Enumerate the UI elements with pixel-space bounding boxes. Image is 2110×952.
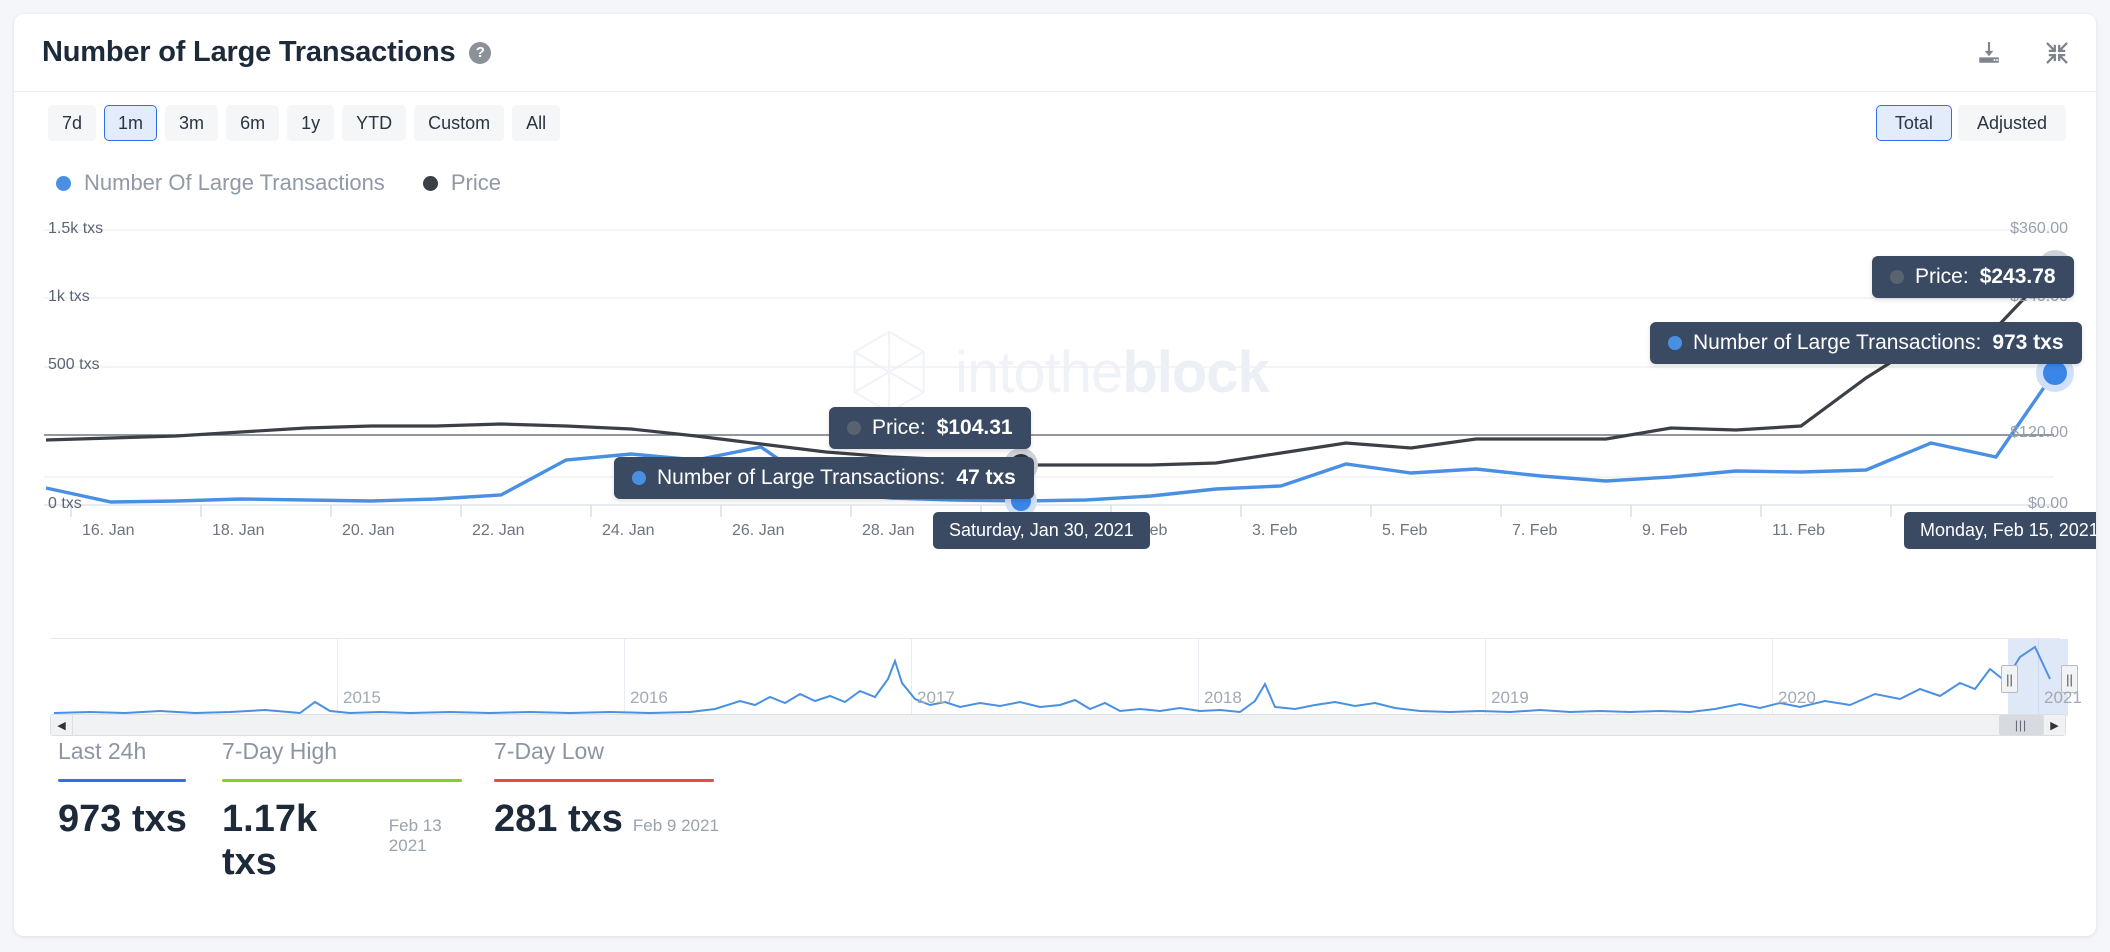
- tooltip-label: Number of Large Transactions:: [657, 466, 945, 490]
- x-axis-label-3feb: 3. Feb: [1252, 522, 1297, 540]
- range-btn-3m[interactable]: 3m: [165, 105, 218, 141]
- chart-legend: Number Of Large Transactions Price: [56, 170, 2096, 196]
- tooltip-value: 973 txs: [1992, 331, 2063, 355]
- range-btn-7d[interactable]: 7d: [48, 105, 96, 141]
- tooltip-dot-icon: [1668, 336, 1682, 350]
- navigator-year-2015: 2015: [343, 688, 381, 708]
- legend-dot-icon: [423, 176, 438, 191]
- stat-value: 281 txs: [494, 798, 623, 841]
- navigator-year-2021: 2021: [2044, 688, 2082, 708]
- navigator-year-2016: 2016: [630, 688, 668, 708]
- tooltip-dot-icon: [847, 421, 861, 435]
- tooltip-value: 47 txs: [956, 466, 1016, 490]
- tooltip-price-right2: Price: $243.78: [1872, 256, 2074, 298]
- tooltip-date-left: Saturday, Jan 30, 2021: [933, 512, 1150, 549]
- tooltip-transactions-right: Number of Large Transactions: 973 txs: [1650, 322, 2082, 364]
- chart-card: Number of Large Transactions ? 7d: [14, 14, 2096, 936]
- tooltip-label: Number of Large Transactions:: [1693, 331, 1981, 355]
- collapse-icon[interactable]: [2044, 40, 2070, 66]
- tooltip-date-right: Monday, Feb 15, 2021: [1904, 512, 2096, 549]
- x-axis-label-11feb: 11. Feb: [1772, 522, 1825, 540]
- legend-label: Price: [451, 170, 501, 196]
- x-axis-label-20jan: 20. Jan: [342, 522, 394, 540]
- chart-controls: 7d 1m 3m 6m 1y YTD Custom All Total Adju…: [14, 92, 2096, 154]
- stat-7-day-high: 7-Day High 1.17k txs Feb 13 2021: [222, 738, 482, 884]
- scroll-left-arrow[interactable]: ◀: [51, 715, 73, 735]
- x-axis-label-28jan: 28. Jan: [862, 522, 914, 540]
- stat-value-wrap: 1.17k txs Feb 13 2021: [222, 798, 482, 884]
- question-mark-icon[interactable]: ?: [469, 42, 491, 64]
- scrollbar-thumb[interactable]: |||: [1999, 715, 2043, 735]
- stat-label: Last 24h: [58, 738, 210, 765]
- range-btn-all[interactable]: All: [512, 105, 560, 141]
- tooltip-value: $243.78: [1980, 265, 2056, 289]
- navigator-year-2019: 2019: [1491, 688, 1529, 708]
- range-selector: 7d 1m 3m 6m 1y YTD Custom All: [48, 105, 560, 141]
- stat-rule: [494, 779, 714, 782]
- navigator-scrollbar[interactable]: ◀ ||| ▶: [50, 714, 2066, 736]
- mode-btn-adjusted[interactable]: Adjusted: [1958, 105, 2066, 141]
- stat-date: Feb 9 2021: [633, 816, 719, 836]
- tooltip-price-left: Price: $104.31: [829, 407, 1031, 449]
- legend-dot-icon: [56, 176, 71, 191]
- y2-axis-label-360: $360.00: [2010, 220, 2068, 238]
- page-title: Number of Large Transactions: [42, 36, 455, 69]
- tooltip-dot-icon: [632, 471, 646, 485]
- x-axis-label-18jan: 18. Jan: [212, 522, 264, 540]
- mode-btn-total[interactable]: Total: [1876, 105, 1952, 141]
- stat-value-wrap: 281 txs Feb 9 2021: [494, 798, 744, 841]
- y2-axis-label-0: $0.00: [2028, 495, 2068, 513]
- tooltip-transactions-left: Number of Large Transactions: 47 txs: [614, 457, 1034, 499]
- range-btn-ytd[interactable]: YTD: [342, 105, 406, 141]
- tooltip-value: $104.31: [937, 416, 1013, 440]
- mode-toggle: Total Adjusted: [1876, 105, 2066, 141]
- range-btn-1m[interactable]: 1m: [104, 105, 157, 141]
- legend-item-transactions[interactable]: Number Of Large Transactions: [56, 170, 385, 196]
- x-axis-label-9feb: 9. Feb: [1642, 522, 1687, 540]
- legend-item-price[interactable]: Price: [423, 170, 501, 196]
- stat-value: 1.17k txs: [222, 798, 379, 884]
- chart-plot: [14, 212, 2096, 632]
- x-axis-label-5feb: 5. Feb: [1382, 522, 1427, 540]
- navigator-year-2020: 2020: [1778, 688, 1816, 708]
- legend-label: Number Of Large Transactions: [84, 170, 385, 196]
- tooltip-label: Price:: [1915, 265, 1969, 289]
- x-axis-label-22jan: 22. Jan: [472, 522, 524, 540]
- series-line-transactions: [46, 373, 2054, 502]
- header-actions: [1976, 40, 2070, 66]
- range-btn-custom[interactable]: Custom: [414, 105, 504, 141]
- stat-value: 973 txs: [58, 798, 187, 841]
- download-icon[interactable]: [1976, 40, 2002, 66]
- tooltip-label: Price:: [872, 416, 926, 440]
- navigator-year-2017: 2017: [917, 688, 955, 708]
- stat-rule: [58, 779, 186, 782]
- stats-row: Last 24h 973 txs 7-Day High 1.17k txs Fe…: [58, 738, 756, 884]
- navigator-handle-left[interactable]: ||: [2001, 665, 2018, 693]
- y2-axis-label-120: $120.00: [2010, 424, 2068, 442]
- stat-date: Feb 13 2021: [389, 816, 482, 856]
- navigator-year-2018: 2018: [1204, 688, 1242, 708]
- chart-area[interactable]: intotheblock: [14, 212, 2096, 632]
- stat-rule: [222, 779, 462, 782]
- txs-marker: [2043, 361, 2067, 385]
- x-axis-label-16jan: 16. Jan: [82, 522, 134, 540]
- y-axis-label-1500: 1.5k txs: [48, 220, 103, 238]
- x-axis-label-24jan: 24. Jan: [602, 522, 654, 540]
- x-axis-label-26jan: 26. Jan: [732, 522, 784, 540]
- y-axis-label-0: 0 txs: [48, 495, 82, 513]
- stat-value-wrap: 973 txs: [58, 798, 210, 841]
- range-btn-6m[interactable]: 6m: [226, 105, 279, 141]
- y-axis-label-500: 500 txs: [48, 356, 100, 374]
- x-axis-label-7feb: 7. Feb: [1512, 522, 1557, 540]
- tooltip-dot-icon: [1890, 270, 1904, 284]
- range-btn-1y[interactable]: 1y: [287, 105, 334, 141]
- scroll-right-arrow[interactable]: ▶: [2043, 715, 2065, 735]
- stat-7-day-low: 7-Day Low 281 txs Feb 9 2021: [494, 738, 744, 884]
- card-header: Number of Large Transactions ?: [14, 14, 2096, 92]
- stat-label: 7-Day High: [222, 738, 482, 765]
- y-axis-label-1000: 1k txs: [48, 288, 90, 306]
- stat-last-24h: Last 24h 973 txs: [58, 738, 210, 884]
- stat-label: 7-Day Low: [494, 738, 744, 765]
